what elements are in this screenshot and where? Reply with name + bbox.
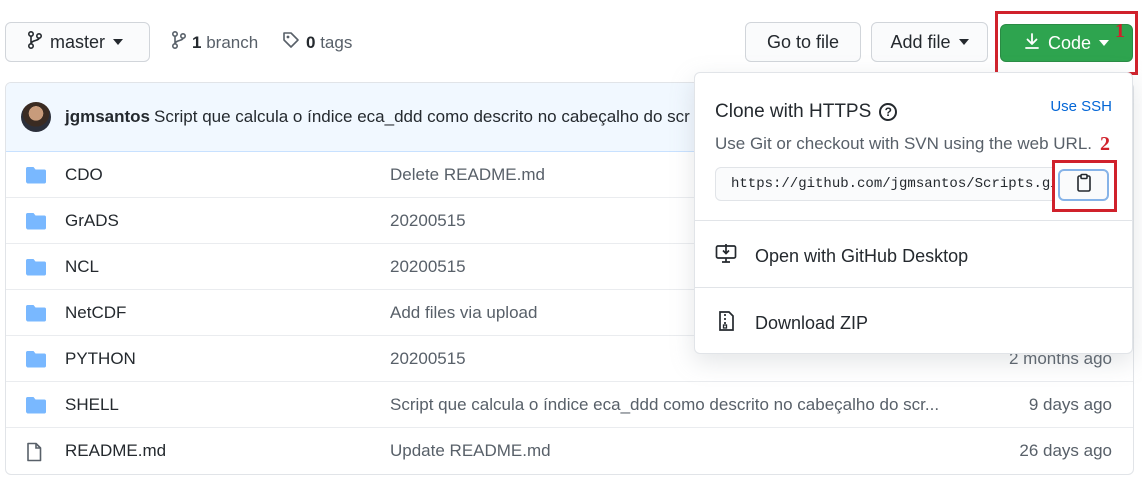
tag-icon bbox=[282, 31, 300, 54]
file-name[interactable]: NCL bbox=[65, 257, 99, 277]
table-row[interactable]: README.md Update README.md 26 days ago bbox=[6, 428, 1133, 474]
commit-age: 9 days ago bbox=[1028, 395, 1112, 414]
commit-message[interactable]: Add files via upload bbox=[390, 303, 537, 323]
desktop-download-icon bbox=[715, 244, 737, 269]
branch-icon bbox=[171, 30, 187, 54]
clone-title: Clone with HTTPS ? bbox=[715, 101, 898, 123]
copy-button-highlight bbox=[1052, 160, 1117, 212]
go-to-file-button[interactable]: Go to file bbox=[745, 22, 861, 62]
clone-url-input[interactable]: https://github.com/jgmsantos/Scripts.git bbox=[715, 167, 1054, 201]
divider bbox=[695, 287, 1132, 288]
question-icon[interactable]: ? bbox=[879, 103, 898, 121]
commit-message[interactable]: Update README.md bbox=[390, 441, 551, 461]
branch-name: master bbox=[50, 31, 106, 52]
folder-icon bbox=[25, 166, 47, 189]
download-zip-item[interactable]: Download ZIP bbox=[715, 310, 868, 337]
file-name[interactable]: PYTHON bbox=[65, 349, 136, 369]
file-name[interactable]: GrADS bbox=[65, 211, 119, 231]
chevron-down-icon bbox=[958, 39, 969, 45]
commit-message[interactable]: 20200515 bbox=[390, 257, 466, 277]
tags-link[interactable]: 0 tags bbox=[282, 31, 352, 54]
add-file-label: Add file bbox=[890, 31, 951, 52]
folder-icon bbox=[25, 258, 47, 281]
folder-icon bbox=[25, 396, 47, 419]
commit-message[interactable]: 20200515 bbox=[390, 211, 466, 231]
open-desktop-label: Open with GitHub Desktop bbox=[755, 246, 969, 266]
commit-message[interactable]: 20200515 bbox=[390, 349, 466, 369]
commit-message[interactable]: Delete README.md bbox=[390, 165, 545, 185]
file-name[interactable]: NetCDF bbox=[65, 303, 126, 323]
commit-message[interactable]: Script que calcula o índice eca_ddd como… bbox=[390, 395, 939, 415]
commit-age: 26 days ago bbox=[1019, 441, 1112, 460]
branches-link[interactable]: 1 branch bbox=[171, 30, 259, 54]
annotation-2: 2 bbox=[1100, 133, 1110, 155]
add-file-button[interactable]: Add file bbox=[871, 22, 988, 62]
divider bbox=[695, 220, 1132, 221]
folder-icon bbox=[25, 304, 47, 327]
branch-count: 1 bbox=[192, 32, 202, 52]
tag-label: tags bbox=[320, 32, 353, 52]
download-zip-label: Download ZIP bbox=[755, 313, 869, 333]
commit-message[interactable]: Script que calcula o índice eca_ddd como… bbox=[154, 107, 690, 126]
clone-title-text: Clone with HTTPS bbox=[715, 101, 872, 122]
file-name[interactable]: SHELL bbox=[65, 395, 119, 415]
open-desktop-item[interactable]: Open with GitHub Desktop bbox=[715, 244, 968, 269]
go-to-file-label: Go to file bbox=[766, 31, 840, 52]
chevron-down-icon bbox=[113, 39, 124, 45]
commit-author[interactable]: jgmsantos bbox=[65, 107, 150, 126]
tag-count: 0 bbox=[306, 32, 316, 52]
file-icon bbox=[25, 442, 43, 467]
annotation-1: 1 bbox=[1115, 20, 1125, 42]
folder-icon bbox=[25, 212, 47, 235]
file-name[interactable]: CDO bbox=[65, 165, 103, 185]
branch-icon bbox=[27, 30, 43, 54]
table-row[interactable]: SHELL Script que calcula o índice eca_ddd… bbox=[6, 382, 1133, 428]
avatar[interactable] bbox=[21, 102, 51, 132]
branch-select-button[interactable]: master bbox=[5, 22, 150, 62]
use-ssh-link[interactable]: Use SSH bbox=[1050, 98, 1112, 115]
folder-icon bbox=[25, 350, 47, 373]
file-name[interactable]: README.md bbox=[65, 441, 166, 461]
branch-label: branch bbox=[206, 32, 259, 52]
clone-description: Use Git or checkout with SVN using the w… bbox=[715, 134, 1092, 153]
clone-dropdown: Clone with HTTPS ? Use SSH Use Git or ch… bbox=[694, 72, 1133, 354]
file-zip-icon bbox=[715, 310, 737, 337]
